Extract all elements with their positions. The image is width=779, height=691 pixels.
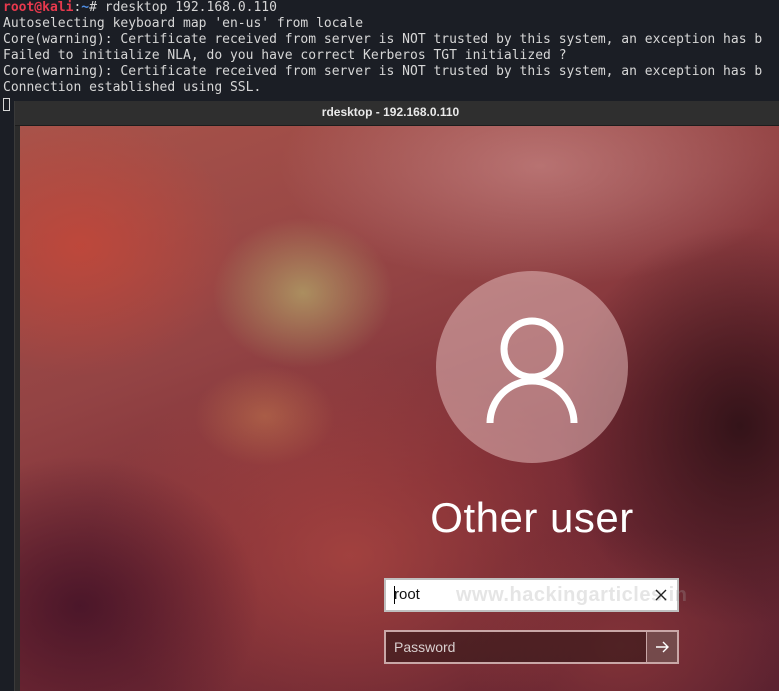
prompt-symbol: # — [89, 0, 105, 15]
username-input[interactable]: www.hackingarticles.in root — [384, 578, 687, 612]
prompt-user: root@kali — [3, 0, 74, 15]
password-placeholder: Password — [394, 639, 456, 655]
submit-button[interactable] — [646, 632, 677, 662]
person-icon — [486, 317, 578, 424]
text-caret — [394, 586, 395, 604]
user-avatar-icon — [436, 271, 628, 463]
user-label: Other user — [430, 494, 634, 541]
rdesktop-window[interactable]: rdesktop - 192.168.0.110 Other user www.… — [14, 101, 779, 691]
windows-login-screen: Other user www.hackingarticles.in root P… — [20, 126, 779, 691]
username-value: root — [394, 586, 420, 603]
terminal-output-line: Failed to initialize NLA, do you have co… — [3, 48, 567, 63]
terminal-output-line: Core(warning): Certificate received from… — [3, 64, 763, 79]
close-icon — [655, 589, 667, 601]
prompt-path: ~ — [81, 0, 90, 15]
terminal-output-line: Autoselecting keyboard map 'en-us' from … — [3, 16, 364, 31]
rdesktop-title: rdesktop - 192.168.0.110 — [321, 105, 460, 119]
arrow-right-icon — [656, 641, 669, 653]
clear-button[interactable] — [651, 585, 671, 605]
rdesktop-titlebar[interactable]: rdesktop - 192.168.0.110 — [15, 101, 779, 126]
terminal-prompt-line: root@kali:~# rdesktop 192.168.0.110 — [3, 0, 277, 16]
terminal-output-line: Connection established using SSL. — [3, 80, 262, 95]
terminal-command: rdesktop 192.168.0.110 — [104, 0, 277, 15]
terminal-output-line: Core(warning): Certificate received from… — [3, 32, 763, 47]
password-input[interactable]: Password — [384, 630, 679, 664]
